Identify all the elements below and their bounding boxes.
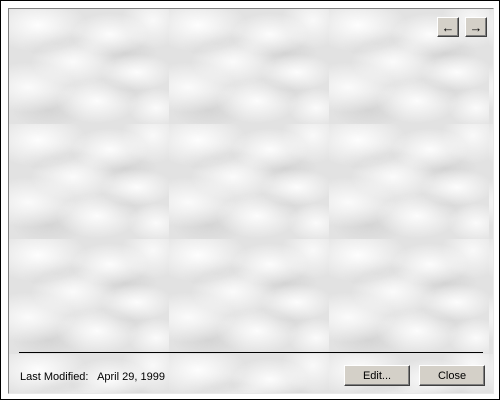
dialog-window: ← → Last Modified: April 29, 1999 Edit..…: [0, 0, 500, 400]
edit-button[interactable]: Edit...: [344, 365, 410, 386]
footer-divider: [19, 352, 483, 353]
forward-button[interactable]: →: [465, 17, 487, 37]
last-modified-date: April 29, 1999: [97, 371, 165, 383]
back-button[interactable]: ←: [437, 17, 459, 37]
arrow-left-icon: ←: [441, 19, 455, 35]
last-modified-status: Last Modified: April 29, 1999: [20, 371, 165, 383]
arrow-right-icon: →: [469, 19, 483, 35]
last-modified-label: Last Modified:: [20, 371, 89, 383]
close-button[interactable]: Close: [419, 365, 485, 386]
content-area: ← → Last Modified: April 29, 1999 Edit..…: [8, 8, 494, 394]
